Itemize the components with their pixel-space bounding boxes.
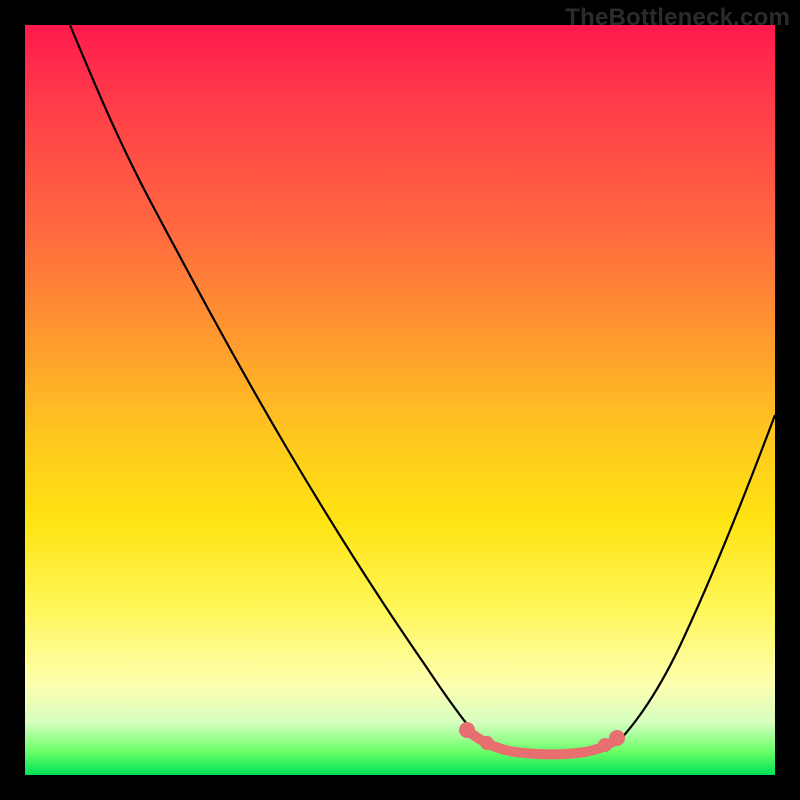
watermark-text: TheBottleneck.com — [565, 4, 790, 32]
chart-frame: TheBottleneck.com — [0, 0, 800, 800]
plot-area — [25, 25, 775, 775]
